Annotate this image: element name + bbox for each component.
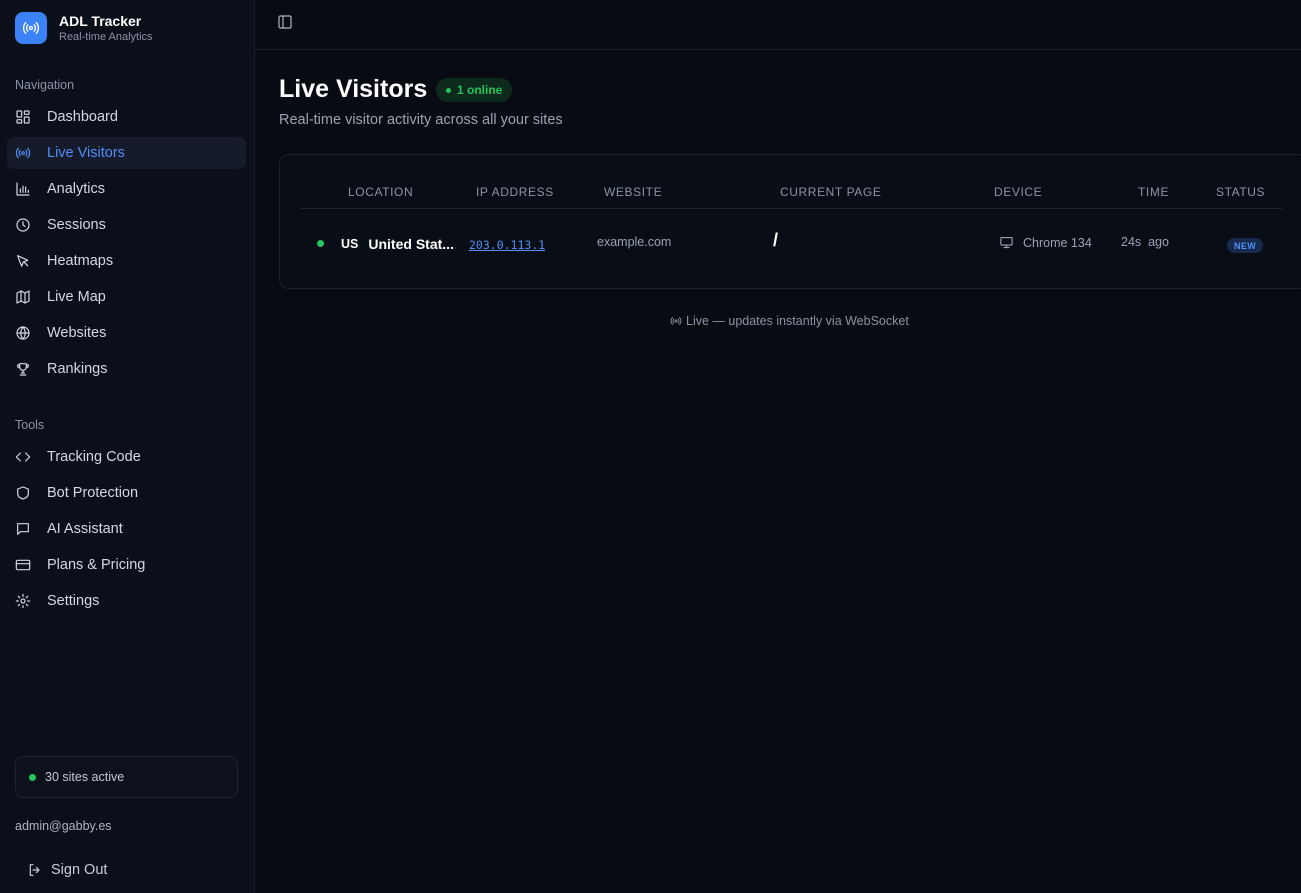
- column-header-location: LOCATION: [348, 185, 414, 199]
- globe-icon: [16, 326, 30, 340]
- column-header-current-page: CURRENT PAGE: [780, 185, 882, 199]
- monitor-icon: [1000, 236, 1013, 249]
- device-cell: Chrome 134: [999, 235, 1092, 250]
- sign-out-label: Sign Out: [51, 862, 108, 878]
- sidebar: ADL Tracker Real-time Analytics Navigati…: [0, 0, 255, 893]
- website-cell: example.com: [597, 235, 672, 249]
- nav-item-label: Websites: [47, 325, 107, 341]
- nav-item-ai-assistant[interactable]: AI Assistant: [7, 513, 246, 545]
- online-count: 1 online: [457, 83, 503, 97]
- nav-item-websites[interactable]: Websites: [7, 317, 246, 349]
- current-page-cell: /: [773, 230, 779, 250]
- bar-chart-icon: [16, 182, 30, 196]
- nav-item-label: Dashboard: [47, 109, 118, 125]
- gear-icon: [15, 593, 31, 609]
- main-nav: Dashboard Live Visitors Analytics Sessio…: [7, 101, 246, 389]
- brand-name: ADL Tracker: [59, 12, 142, 29]
- nav-item-label: Live Visitors: [47, 145, 125, 161]
- nav-item-label: Settings: [47, 593, 100, 609]
- column-header-device: DEVICE: [994, 185, 1043, 199]
- brand[interactable]: ADL Tracker Real-time Analytics: [15, 12, 153, 44]
- status-badge: NEW: [1227, 238, 1264, 253]
- footer-note-text: Live — updates instantly via WebSocket: [686, 314, 909, 328]
- sites-active-text: 30 sites active: [45, 770, 125, 784]
- pointer-icon: [17, 255, 29, 267]
- radio-icon: [670, 317, 682, 325]
- code-icon: [15, 452, 31, 462]
- sign-out-button[interactable]: Sign Out: [27, 862, 107, 878]
- credit-card-icon: [15, 559, 31, 571]
- time-cell: 24s ago: [1121, 235, 1169, 249]
- online-dot: [446, 87, 451, 93]
- nav-item-label: Plans & Pricing: [47, 557, 146, 573]
- nav-item-bot-protection[interactable]: Bot Protection: [7, 477, 246, 509]
- nav-item-live-visitors[interactable]: Live Visitors: [7, 137, 246, 169]
- shield-icon: [17, 486, 29, 500]
- visitors-table: LOCATION IP ADDRESS WEBSITE CURRENT PAGE…: [279, 154, 1301, 289]
- navigation-section-label: Navigation: [15, 78, 75, 92]
- map-icon: [16, 290, 30, 304]
- status-dot: [29, 773, 36, 781]
- nav-item-tracking-code[interactable]: Tracking Code: [7, 441, 246, 473]
- nav-item-live-map[interactable]: Live Map: [7, 281, 246, 313]
- dashboard-icon: [16, 110, 30, 124]
- nav-item-sessions[interactable]: Sessions: [7, 209, 246, 241]
- nav-item-label: Analytics: [47, 181, 106, 197]
- radio-icon: [15, 147, 31, 159]
- trophy-icon: [16, 363, 30, 376]
- nav-item-label: Tracking Code: [47, 449, 141, 465]
- nav-item-plans-pricing[interactable]: Plans & Pricing: [7, 549, 246, 581]
- nav-item-label: Live Map: [47, 289, 106, 305]
- online-badge: 1 online: [436, 78, 513, 102]
- location-name: United Stat...: [368, 236, 454, 252]
- nav-item-label: Heatmaps: [47, 253, 114, 269]
- table-row[interactable]: US United Stat... 203.0.113.1 example.co…: [280, 209, 1301, 289]
- sidebar-toggle-icon[interactable]: [277, 14, 293, 30]
- country-code: US: [341, 237, 359, 251]
- sites-active-box: 30 sites active: [15, 756, 238, 798]
- page-title: Live Visitors: [279, 75, 428, 103]
- nav-item-dashboard[interactable]: Dashboard: [7, 101, 246, 133]
- column-header-ip: IP ADDRESS: [476, 185, 554, 199]
- ip-address-link[interactable]: 203.0.113.1: [469, 238, 545, 252]
- column-header-website: WEBSITE: [604, 185, 663, 199]
- nav-item-rankings[interactable]: Rankings: [7, 353, 246, 385]
- user-email: admin@gabby.es: [15, 819, 112, 833]
- topbar: [255, 0, 1301, 50]
- page-subtitle: Real-time visitor activity across all yo…: [279, 112, 563, 128]
- log-out-icon: [29, 864, 40, 876]
- live-footer-note: Live — updates instantly via WebSocket: [670, 314, 909, 328]
- nav-item-label: AI Assistant: [47, 521, 123, 537]
- nav-item-label: Sessions: [47, 217, 106, 233]
- message-icon: [17, 523, 29, 535]
- tools-section-label: Tools: [15, 418, 45, 432]
- nav-item-label: Bot Protection: [47, 485, 139, 501]
- tools-nav: Tracking Code Bot Protection AI Assistan…: [7, 441, 246, 621]
- column-header-time: TIME: [1138, 185, 1170, 199]
- brand-subtitle: Real-time Analytics: [59, 30, 153, 43]
- live-status-dot: [317, 240, 324, 247]
- nav-item-label: Rankings: [47, 361, 108, 377]
- location-cell: US United Stat...: [341, 236, 454, 252]
- brand-logo-icon: [15, 12, 47, 44]
- nav-item-analytics[interactable]: Analytics: [7, 173, 246, 205]
- nav-item-heatmaps[interactable]: Heatmaps: [7, 245, 246, 277]
- clock-icon: [16, 218, 30, 232]
- nav-item-settings[interactable]: Settings: [7, 585, 246, 617]
- device-name: Chrome 134: [1023, 235, 1092, 250]
- column-header-status: STATUS: [1216, 185, 1266, 199]
